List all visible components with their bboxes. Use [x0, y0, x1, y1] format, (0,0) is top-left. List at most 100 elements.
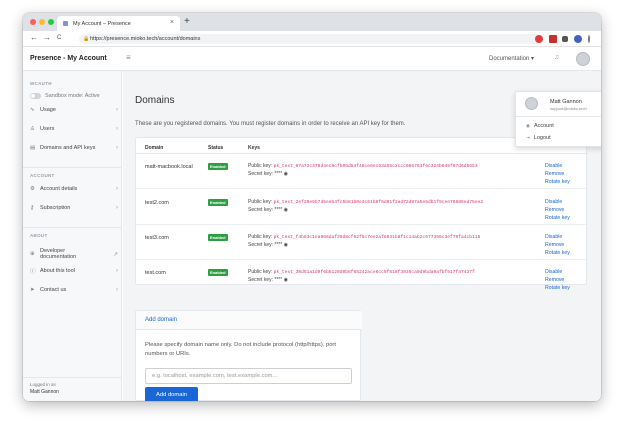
remove-link[interactable]: Remove — [545, 207, 564, 213]
status-badge: Enabled — [208, 163, 228, 170]
minimize-window-button[interactable] — [39, 19, 45, 25]
sidebar-item-about[interactable]: ⓘ About this tool › — [30, 266, 118, 276]
rotate-key-link[interactable]: Rotate key — [545, 215, 570, 221]
chevron-right-icon: › — [116, 145, 118, 151]
sidebar-item-label: Usage — [40, 107, 56, 113]
eye-icon[interactable]: ◉ — [284, 207, 288, 213]
book-icon: ⊕ — [30, 251, 35, 257]
sidebar: WCAUTH Sandbox mode: Active ∿ Usage › ♙ … — [23, 71, 122, 401]
maximize-window-button[interactable] — [48, 19, 54, 25]
public-key-value[interactable]: pk_test_2ef29e5b7d5eeb4fc5b61b0e3c61b8f6… — [274, 200, 484, 205]
browser-tab-bar: My Account – Presence × + — [23, 13, 601, 31]
chevron-right-icon: › — [116, 205, 118, 211]
back-icon[interactable]: ← — [30, 33, 38, 42]
sidebar-item-users[interactable]: ♙ Users › — [30, 124, 118, 134]
extension-icon[interactable] — [535, 35, 543, 43]
user-menu: Matt Gannon support@mioko.tech ◉ Account… — [515, 91, 601, 147]
users-icon: ♙ — [30, 126, 35, 132]
tab-title: My Account – Presence — [73, 20, 131, 27]
menu-item-logout[interactable]: ⇥ Logout — [526, 135, 551, 141]
eye-icon[interactable]: ◉ — [284, 171, 288, 177]
sidebar-item-domains[interactable]: ▤ Domains and API keys › — [30, 143, 118, 153]
browser-toolbar: ← → C 🔒 https://presence.mioko.tech/acco… — [23, 31, 601, 47]
secret-key-line: Secret key: **** ◉ — [248, 277, 288, 283]
user-icon: ◉ — [526, 123, 530, 128]
avatar[interactable] — [576, 52, 590, 66]
rotate-key-link[interactable]: Rotate key — [545, 250, 570, 256]
public-key-line: Public key: pk_test_f4b83c1ea966daf39d8c… — [248, 234, 480, 240]
public-key-label: Public key: — [248, 199, 273, 205]
domains-table: Domain Status Keys matt-macbook.local En… — [135, 137, 588, 291]
menu-item-label: Logout — [533, 135, 551, 141]
extension-icon[interactable] — [549, 35, 557, 43]
add-domain-heading: Add domain — [145, 317, 178, 323]
new-tab-icon[interactable]: + — [184, 16, 190, 27]
browser-tab[interactable]: My Account – Presence × — [57, 16, 180, 31]
bell-icon[interactable]: ♫ — [554, 54, 559, 61]
remove-link[interactable]: Remove — [545, 242, 564, 248]
close-window-button[interactable] — [30, 19, 36, 25]
user-name: Matt Gannon — [550, 99, 582, 105]
sidebar-item-usage[interactable]: ∿ Usage › — [30, 105, 118, 115]
sidebar-item-contact[interactable]: ➤ Contact us › — [30, 285, 118, 295]
chevron-right-icon: › — [116, 268, 118, 274]
profile-icon[interactable] — [574, 35, 582, 43]
public-key-label: Public key: — [248, 163, 273, 169]
sidebar-item-developer-docs[interactable]: ⊕ Developer documentation ↗ — [30, 246, 118, 262]
brand-title: Presence - My Account — [30, 55, 107, 62]
domain-cell: matt-macbook.local — [145, 164, 193, 170]
chevron-right-icon: › — [116, 186, 118, 192]
rotate-key-link[interactable]: Rotate key — [545, 285, 570, 291]
puzzle-icon[interactable] — [562, 36, 568, 42]
public-key-line: Public key: pk_test_07a72c378d4ec9cfb06d… — [248, 163, 478, 169]
disable-link[interactable]: Disable — [545, 269, 562, 275]
sidebar-item-label: Domains and API keys — [40, 145, 96, 151]
documentation-link[interactable]: Documentation ▾ — [489, 55, 534, 62]
divider — [516, 116, 601, 117]
public-key-line: Public key: pk_test_2ef29e5b7d5eeb4fc5b6… — [248, 199, 483, 205]
rotate-key-link[interactable]: Rotate key — [545, 179, 570, 185]
info-icon: ⓘ — [30, 269, 36, 275]
eye-icon[interactable]: ◉ — [284, 242, 288, 248]
activity-icon: ∿ — [30, 107, 35, 113]
menu-dots-icon[interactable] — [588, 35, 590, 43]
sidebar-item-account-details[interactable]: ⚙ Account details › — [30, 184, 118, 194]
remove-link[interactable]: Remove — [545, 171, 564, 177]
intro-text: These are you registered domains. You mu… — [135, 121, 406, 127]
public-key-line: Public key: pk_test_30d51a1d9f6b5120d0b6… — [248, 269, 475, 275]
secret-key-line: Secret key: **** ◉ — [248, 242, 288, 248]
column-header: Keys — [248, 145, 260, 151]
key-icon: ⚷ — [30, 205, 35, 211]
domain-input[interactable] — [145, 368, 352, 384]
public-key-value[interactable]: pk_test_30d51a1d9f6b5120d0b6f65242ace6cc… — [274, 270, 475, 275]
public-key-value[interactable]: pk_test_07a72c378d4ec9cfb06d54f48ce6ec63… — [274, 164, 478, 169]
remove-link[interactable]: Remove — [545, 277, 564, 283]
logout-icon: ⇥ — [526, 135, 530, 140]
tab-close-icon[interactable]: × — [170, 19, 174, 26]
sidebar-item-label: Account details — [40, 186, 78, 192]
sandbox-toggle[interactable] — [30, 93, 41, 99]
sidebar-item-label: Users — [40, 126, 55, 132]
sidebar-item-label: About this tool — [40, 268, 75, 274]
forward-icon[interactable]: → — [43, 33, 51, 42]
browser-window: My Account – Presence × + ← → C 🔒 https:… — [23, 13, 601, 401]
gear-icon: ⚙ — [30, 186, 35, 192]
divider — [136, 224, 588, 225]
disable-link[interactable]: Disable — [545, 163, 562, 169]
eye-icon[interactable]: ◉ — [284, 277, 288, 283]
address-bar[interactable]: 🔒 https://presence.mioko.tech/account/do… — [79, 34, 541, 44]
public-key-value[interactable]: pk_test_f4b83c1ea966daf39d8cf62f5c7ee2af… — [274, 235, 481, 240]
add-domain-header: Add domain — [136, 311, 362, 330]
divider — [23, 167, 122, 168]
add-domain-button[interactable]: Add domain — [145, 387, 198, 401]
reload-icon[interactable]: C — [57, 35, 61, 41]
secret-key-label: Secret key: **** — [248, 171, 283, 177]
disable-link[interactable]: Disable — [545, 199, 562, 205]
sidebar-item-subscription[interactable]: ⚷ Subscription › — [30, 203, 118, 213]
hamburger-icon[interactable]: ≡ — [126, 53, 131, 62]
sidebar-item-label: Subscription — [40, 205, 71, 211]
disable-link[interactable]: Disable — [545, 234, 562, 240]
menu-item-account[interactable]: ◉ Account — [526, 123, 554, 129]
column-header: Domain — [145, 145, 164, 151]
avatar — [525, 97, 538, 110]
